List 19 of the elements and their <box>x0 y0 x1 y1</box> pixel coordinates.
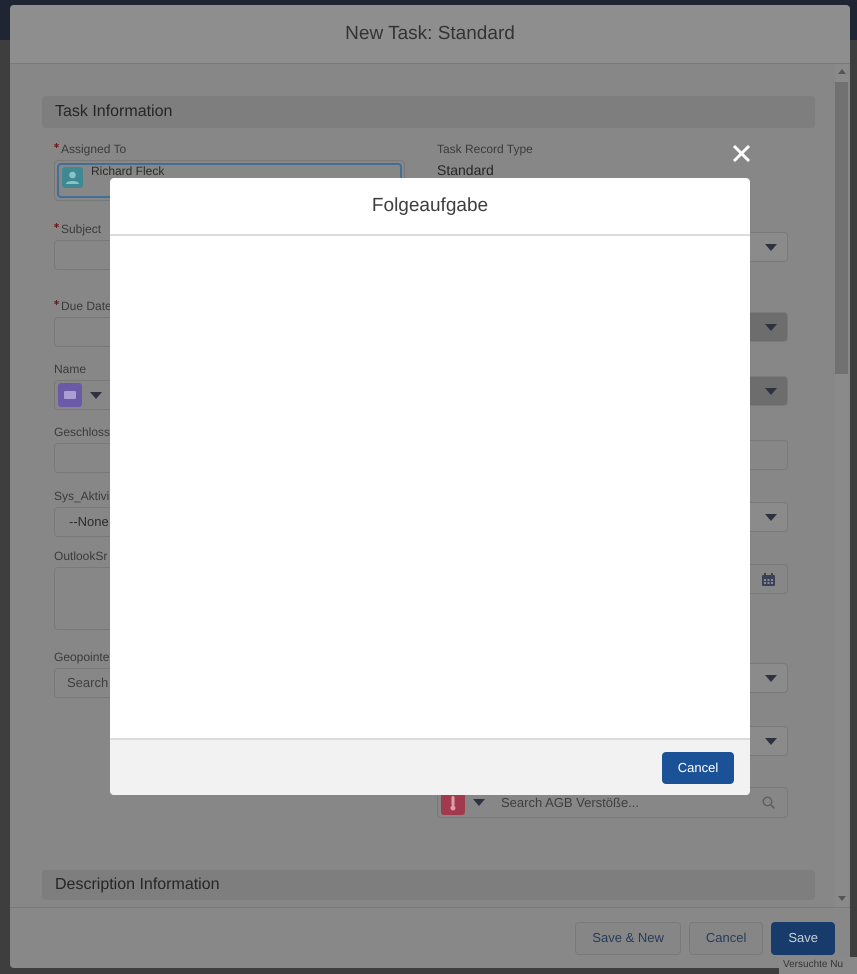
search-placeholder: Search AGB Verstöße... <box>501 794 640 812</box>
field-label: Name <box>54 361 86 378</box>
field-label: Subject <box>61 221 102 238</box>
field-label: Sys_Aktivi <box>54 488 110 505</box>
section-title: Description Information <box>55 875 220 895</box>
field-label: Assigned To <box>61 141 126 158</box>
window-title: New Task: Standard <box>345 22 515 46</box>
picklist-value: --None <box>69 513 109 532</box>
search-placeholder: Search <box>67 674 108 692</box>
field-label: OutlookSr <box>54 548 108 565</box>
field-label: Due Date <box>61 298 112 315</box>
field-label: Geschloss <box>54 424 110 441</box>
assigned-user-name: Richard Fleck <box>91 165 164 178</box>
field-label: Geopointe <box>54 649 110 666</box>
section-title: Task Information <box>55 102 172 122</box>
background-text: Versuchte Nu <box>783 959 844 971</box>
field-label: Task Record Type <box>437 141 533 158</box>
field-value: Standard <box>437 161 494 180</box>
dialog-title: Folgeaufgabe <box>372 194 488 218</box>
